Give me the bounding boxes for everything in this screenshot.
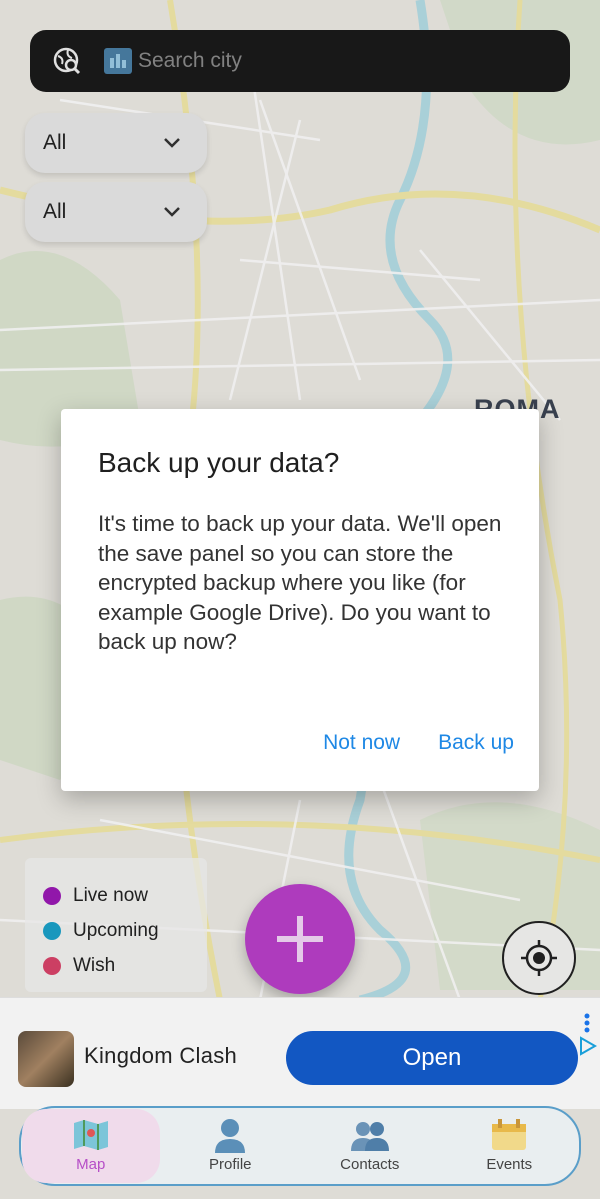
- adchoices-icon[interactable]: [578, 1036, 598, 1056]
- ad-app-icon[interactable]: [18, 1031, 74, 1087]
- dialog-title: Back up your data?: [98, 447, 340, 478]
- nav-label: Map: [76, 1156, 106, 1173]
- dialog-actions: Not now Back up: [323, 731, 514, 755]
- not-now-button[interactable]: Not now: [323, 731, 400, 755]
- ad-open-button[interactable]: Open: [286, 1031, 578, 1085]
- nav-label: Events: [486, 1156, 533, 1173]
- contacts-icon: [350, 1118, 390, 1152]
- dialog-message: It's time to back up your data. We'll op…: [98, 511, 502, 654]
- ad-more-icon[interactable]: [584, 1013, 590, 1033]
- nav-tab-map[interactable]: Map: [21, 1109, 160, 1183]
- backup-dialog: Back up your data? It's time to back up …: [61, 409, 539, 791]
- back-up-button[interactable]: Back up: [438, 731, 514, 755]
- nav-tab-profile[interactable]: Profile: [161, 1109, 299, 1183]
- nav-tab-contacts[interactable]: Contacts: [301, 1109, 439, 1183]
- events-icon: [489, 1118, 529, 1152]
- nav-label: Contacts: [340, 1156, 400, 1173]
- nav-label: Profile: [208, 1156, 252, 1173]
- ad-title[interactable]: Kingdom Clash: [84, 1043, 237, 1069]
- ad-banner[interactable]: Kingdom Clash Open: [0, 997, 600, 1109]
- nav-tab-events[interactable]: Events: [440, 1109, 578, 1183]
- bottom-nav: Map Profile Contacts Events: [19, 1106, 581, 1186]
- map-icon: [71, 1118, 111, 1152]
- profile-icon: [210, 1118, 250, 1153]
